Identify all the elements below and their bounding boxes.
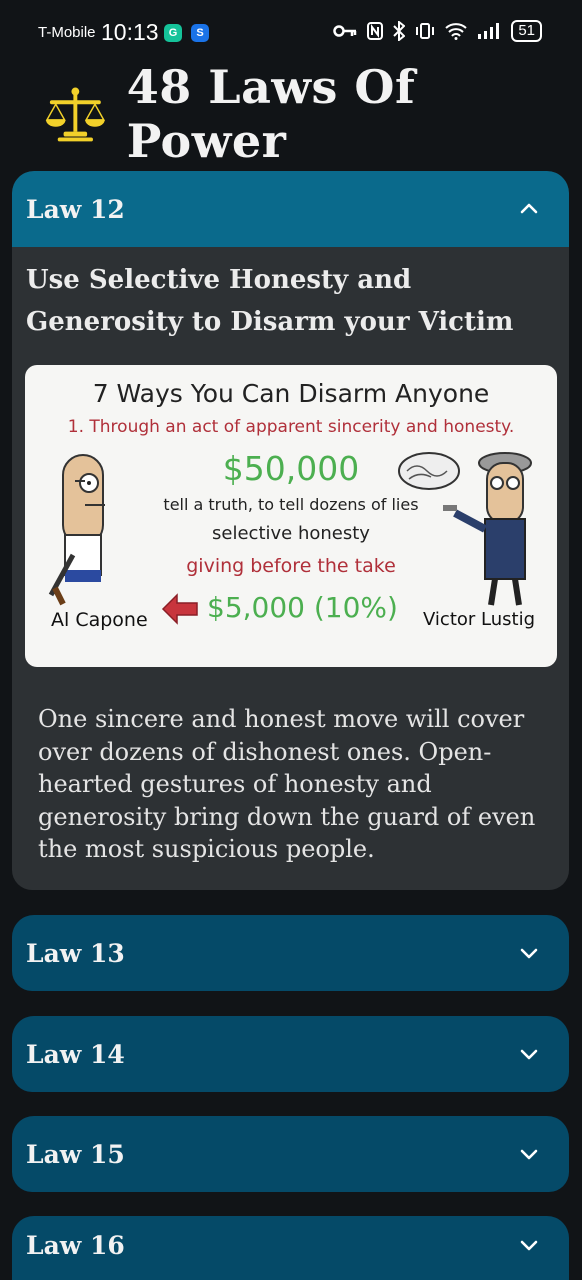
- law-12-header[interactable]: Law 12: [12, 171, 569, 247]
- law-label: Law 14: [26, 1039, 125, 1069]
- right-character-name: Victor Lustig: [423, 609, 535, 630]
- chevron-down-icon: [520, 1149, 538, 1160]
- law-label: Law 13: [26, 938, 125, 968]
- law-14-header[interactable]: Law 14: [12, 1016, 569, 1092]
- victor-lustig-figure: [398, 452, 532, 606]
- wifi-icon: [445, 23, 467, 40]
- al-capone-figure: [48, 454, 105, 606]
- grammarly-notification-icon: G: [164, 24, 182, 42]
- law-label: Law 15: [26, 1139, 125, 1169]
- illustration-heading: 7 Ways You Can Disarm Anyone: [92, 379, 490, 408]
- chevron-down-icon: [520, 1049, 538, 1060]
- vpn-key-icon: [333, 25, 357, 37]
- amount-small: $5,000 (10%): [207, 591, 398, 624]
- chevron-down-icon: [520, 948, 538, 959]
- app-title: 48 Laws Of Power: [126, 60, 416, 168]
- left-character-name: Al Capone: [51, 609, 148, 631]
- shazam-notification-icon: S: [191, 24, 209, 42]
- carrier-label: T-Mobile: [38, 24, 96, 41]
- battery-indicator: 51: [511, 20, 542, 42]
- bluetooth-icon: [393, 21, 406, 41]
- law-16-header[interactable]: Law 16: [12, 1216, 569, 1280]
- signal-icon: [478, 23, 500, 39]
- law-label: Law 16: [26, 1230, 125, 1260]
- scales-of-justice-icon: [45, 87, 106, 142]
- app-header: 48 Laws Of Power: [44, 60, 582, 168]
- red-arrow-icon: [161, 593, 198, 625]
- law-title: Use Selective Honesty and Generosity to …: [26, 265, 514, 337]
- chevron-up-icon: [520, 203, 538, 214]
- law-label: Law 12: [26, 194, 125, 224]
- law-15-header[interactable]: Law 15: [12, 1116, 569, 1192]
- chevron-down-icon: [520, 1240, 538, 1251]
- status-bar: T-Mobile 10:13 G S 51: [0, 0, 582, 68]
- vibrate-icon: [416, 23, 435, 39]
- law-description: One sincere and honest move will cover o…: [38, 705, 536, 863]
- clock: 10:13: [101, 19, 159, 45]
- law-12-panel: Law 12 Use Selective Honesty and Generos…: [12, 171, 569, 890]
- nfc-icon: [367, 22, 384, 40]
- law-illustration: 7 Ways You Can Disarm Anyone 1. Through …: [25, 365, 557, 667]
- law-13-header[interactable]: Law 13: [12, 915, 569, 991]
- illustration-point: 1. Through an act of apparent sincerity …: [67, 417, 515, 437]
